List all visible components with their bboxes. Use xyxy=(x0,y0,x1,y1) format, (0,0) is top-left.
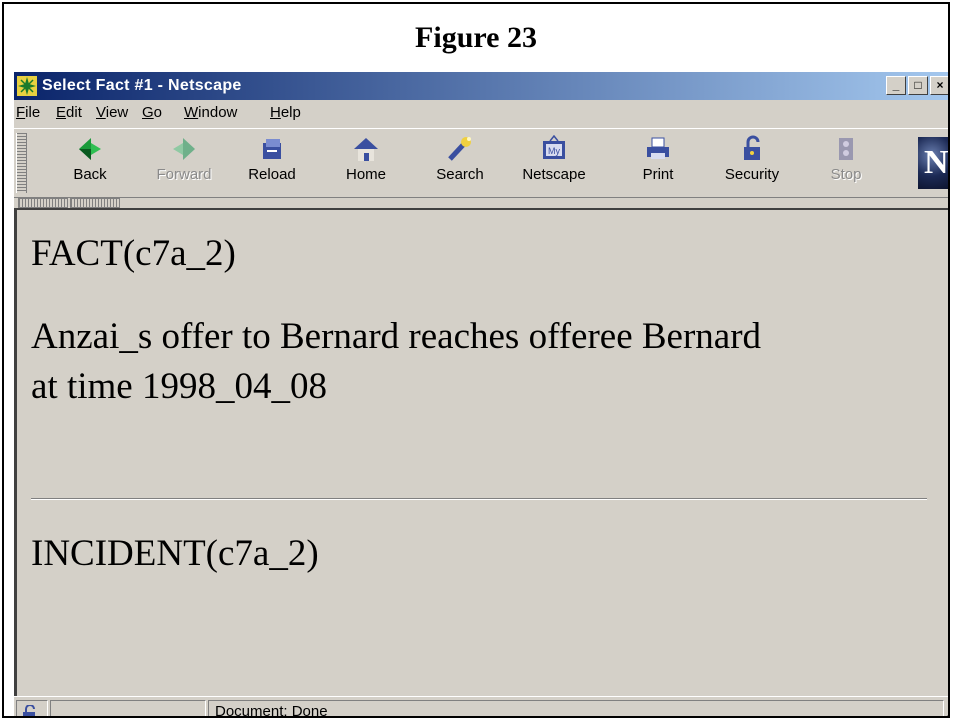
collapse-tab-location[interactable] xyxy=(70,198,120,208)
stop-icon xyxy=(839,138,853,160)
page-content: FACT(c7a_2) Anzai_s offer to Bernard rea… xyxy=(14,210,948,696)
my-netscape-icon: My xyxy=(543,135,565,159)
netscape-button[interactable]: My Netscape xyxy=(514,133,594,193)
resize-grip[interactable] xyxy=(938,709,948,716)
component-bar-cell xyxy=(50,700,206,716)
back-button[interactable]: Back xyxy=(50,133,130,193)
browser-window: Select Fact #1 - Netscape _ □ × File Edi… xyxy=(14,72,948,716)
window-title: Select Fact #1 - Netscape xyxy=(42,77,242,94)
reload-button[interactable]: Reload xyxy=(232,133,312,193)
print-icon xyxy=(647,137,669,159)
security-lock-icon xyxy=(744,135,760,160)
menu-view[interactable]: View xyxy=(96,104,128,121)
fact-text-line-2: at time 1998_04_08 xyxy=(31,366,327,407)
minimize-icon: _ xyxy=(892,78,900,92)
svg-text:My: My xyxy=(548,146,560,156)
back-arrow-icon xyxy=(79,138,101,160)
menu-file[interactable]: File xyxy=(16,104,40,121)
maximize-button[interactable]: □ xyxy=(908,76,928,95)
home-icon xyxy=(354,138,378,161)
close-icon: × xyxy=(936,78,944,92)
forward-arrow-icon xyxy=(173,138,195,160)
maximize-icon: □ xyxy=(914,78,922,92)
fact-text: Anzai_s offer to Bernard reaches offeree… xyxy=(31,312,941,412)
fact-heading: FACT(c7a_2) xyxy=(31,233,236,274)
toolbar-grip[interactable] xyxy=(16,133,27,193)
title-bar[interactable]: Select Fact #1 - Netscape _ □ × xyxy=(14,72,948,100)
status-text: Document: Done xyxy=(208,700,944,716)
menu-help[interactable]: Help xyxy=(270,104,301,121)
search-icon xyxy=(448,137,471,161)
netscape-app-icon[interactable] xyxy=(17,76,37,96)
security-status-cell[interactable] xyxy=(16,700,48,716)
menu-edit[interactable]: Edit xyxy=(56,104,82,121)
incident-heading: INCIDENT(c7a_2) xyxy=(31,533,319,574)
close-button[interactable]: × xyxy=(930,76,948,95)
status-bar: Document: Done xyxy=(14,696,948,716)
reload-icon xyxy=(263,139,281,159)
toolbar-collapse-row xyxy=(14,196,948,210)
horizontal-rule xyxy=(31,498,927,500)
security-padlock-icon xyxy=(23,705,35,716)
menu-go[interactable]: Go xyxy=(142,104,162,121)
security-button[interactable]: Security xyxy=(712,133,792,193)
collapse-tab-navigation[interactable] xyxy=(18,198,68,208)
menu-bar: File Edit View Go Window Help xyxy=(14,100,948,126)
fact-text-line-1: Anzai_s offer to Bernard reaches offeree… xyxy=(31,316,762,357)
netscape-logo[interactable]: N xyxy=(918,137,948,189)
print-button[interactable]: Print xyxy=(618,133,698,193)
figure-title: Figure 23 xyxy=(415,21,537,54)
home-button[interactable]: Home xyxy=(326,133,406,193)
minimize-button[interactable]: _ xyxy=(886,76,906,95)
menu-window[interactable]: Window xyxy=(184,104,237,121)
stop-button[interactable]: Stop xyxy=(806,133,886,193)
search-button[interactable]: Search xyxy=(420,133,500,193)
forward-button[interactable]: Forward xyxy=(144,133,224,193)
navigation-toolbar: Back Forward Reload Home Search My Netsc… xyxy=(14,128,948,198)
figure-frame: Figure 23 Select Fact #1 - Netscape _ □ … xyxy=(2,2,950,718)
